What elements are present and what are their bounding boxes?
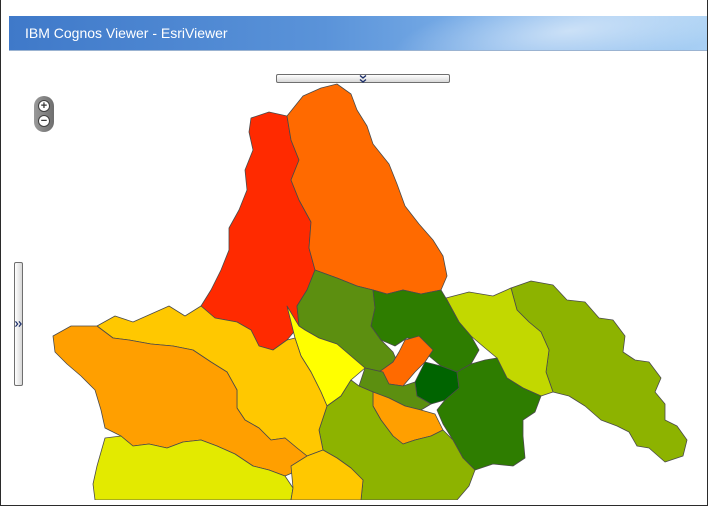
- top-panel-collapse-button[interactable]: [276, 74, 450, 83]
- zoom-control: + −: [34, 96, 54, 132]
- zoom-out-button[interactable]: −: [38, 115, 50, 127]
- double-chevron-down-icon: [359, 74, 367, 83]
- map-canvas[interactable]: [1, 58, 707, 500]
- viewer-window: IBM Cognos Viewer - EsriViewer + −: [0, 0, 708, 506]
- side-panel-collapse-button[interactable]: [14, 262, 23, 386]
- minus-icon: −: [40, 114, 48, 127]
- title-divider: [9, 50, 707, 51]
- plus-icon: +: [40, 99, 48, 112]
- choropleth-map[interactable]: [1, 58, 707, 500]
- window-title: IBM Cognos Viewer - EsriViewer: [25, 25, 228, 41]
- double-chevron-right-icon: [15, 320, 22, 328]
- zoom-in-button[interactable]: +: [38, 100, 50, 112]
- title-bar: IBM Cognos Viewer - EsriViewer: [9, 16, 707, 50]
